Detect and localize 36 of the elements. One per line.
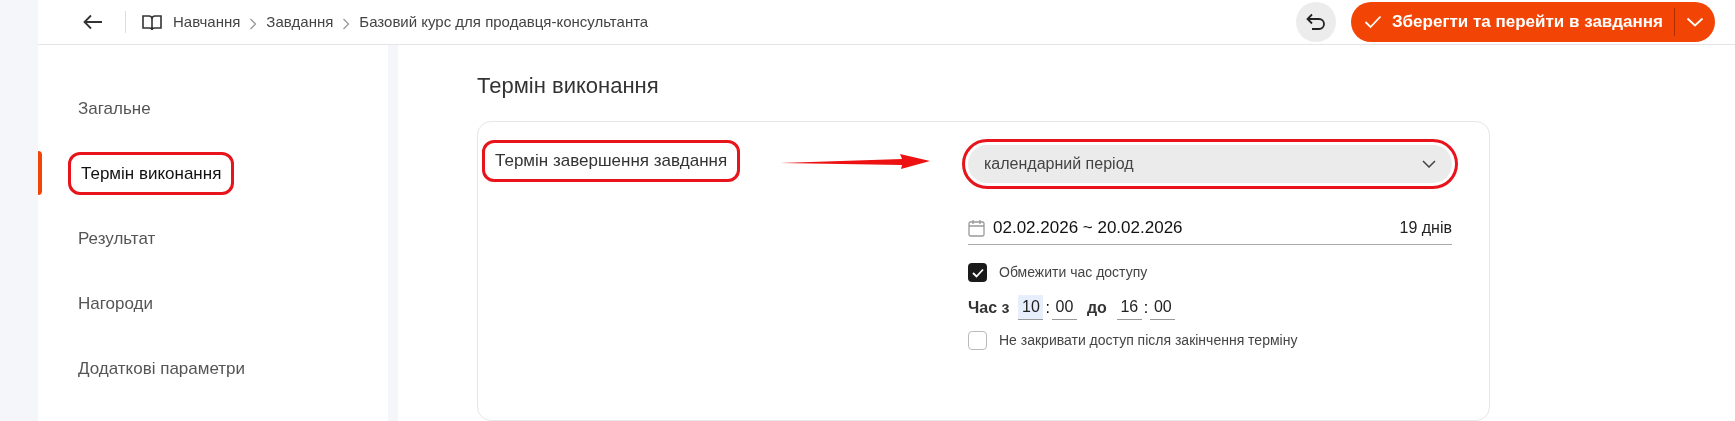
time-field[interactable]: 00 <box>1150 295 1176 320</box>
chevron-down-icon <box>1686 17 1704 27</box>
time-separator: : <box>1044 297 1051 318</box>
sidebar-item[interactable]: Нагороди <box>68 284 163 323</box>
sidebar-item[interactable]: Результат <box>68 219 166 258</box>
field-label: Термін завершення завдання <box>482 140 741 182</box>
checkbox[interactable] <box>968 331 987 350</box>
time-from-label: Час з <box>968 297 1010 318</box>
chevron-right-icon <box>249 18 258 30</box>
time-field[interactable]: 00 <box>1051 295 1077 320</box>
save-button[interactable]: Зберегти та перейти в завдання <box>1350 2 1674 42</box>
section-title: Термін виконання <box>477 72 660 100</box>
checkbox-label: Обмежити час доступу <box>999 263 1148 282</box>
sidebar-item[interactable]: Термін виконання <box>68 151 235 196</box>
check-icon <box>971 267 984 278</box>
date-range-value: 02.02.2026 ~ 20.02.2026 <box>993 217 1184 240</box>
checkbox[interactable] <box>968 263 987 282</box>
undo-icon <box>1305 13 1326 31</box>
date-range-field[interactable]: 02.02.2026 ~ 20.02.2026 19 днів <box>968 212 1452 245</box>
time-field[interactable]: 16 <box>1116 295 1142 320</box>
chevron-right-icon <box>342 18 351 30</box>
sidebar-item[interactable]: Загальне <box>68 89 161 128</box>
check-icon <box>1363 15 1382 29</box>
breadcrumb-link[interactable]: Навчання <box>173 10 241 34</box>
breadcrumb-link[interactable]: Завдання <box>266 10 334 34</box>
chevron-down-icon <box>1422 160 1436 168</box>
time-to-label: до <box>1086 297 1107 318</box>
duration-text: 19 днів <box>1399 218 1452 238</box>
book-icon <box>142 13 162 31</box>
undo-button[interactable] <box>1295 2 1336 42</box>
calendar-icon <box>968 219 985 237</box>
sidebar-item[interactable]: Додаткові параметри <box>68 349 256 388</box>
checkbox-label: Не закривати доступ після закінчення терміну <box>999 331 1298 350</box>
time-separator: : <box>1142 297 1150 318</box>
back-arrow-icon[interactable] <box>83 14 103 30</box>
time-field[interactable]: 10 <box>1018 295 1044 320</box>
